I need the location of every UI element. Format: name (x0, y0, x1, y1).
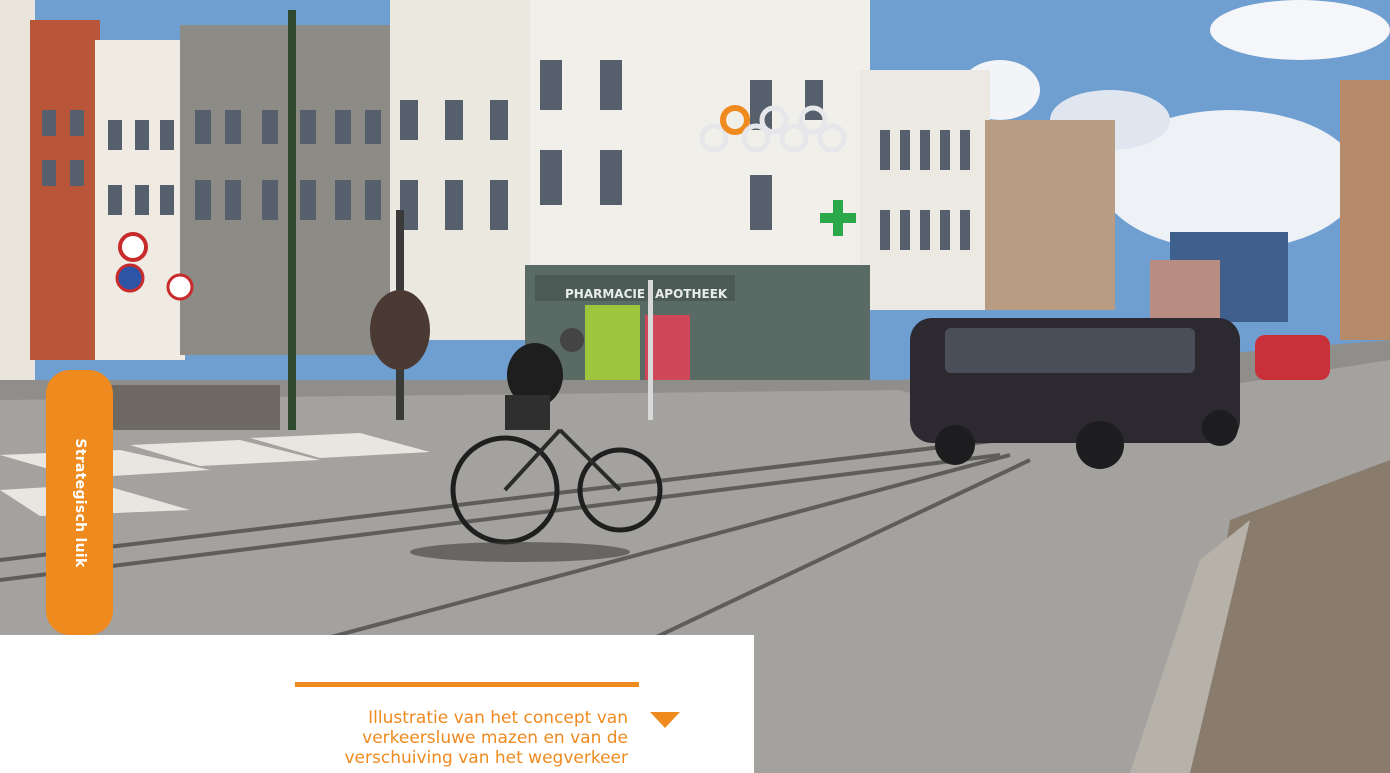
brand-logo (698, 104, 850, 160)
figure-caption: Illustratie van het concept van verkeers… (268, 708, 628, 768)
caption-divider (295, 682, 639, 687)
section-tab-label: Strategisch luik (71, 437, 88, 568)
section-tab[interactable]: Strategisch luik (46, 370, 113, 635)
triangle-down-icon (650, 712, 680, 728)
pharmacy-sign-text-nl: APOTHEEK (655, 287, 728, 301)
pharmacy-sign-text: PHARMACIE (565, 287, 645, 301)
caption-line: Illustratie van het concept van (368, 708, 628, 728)
caption-line: verkeersluwe mazen en van de (362, 728, 628, 748)
caption-line: verschuiving van het wegverkeer (344, 748, 628, 768)
